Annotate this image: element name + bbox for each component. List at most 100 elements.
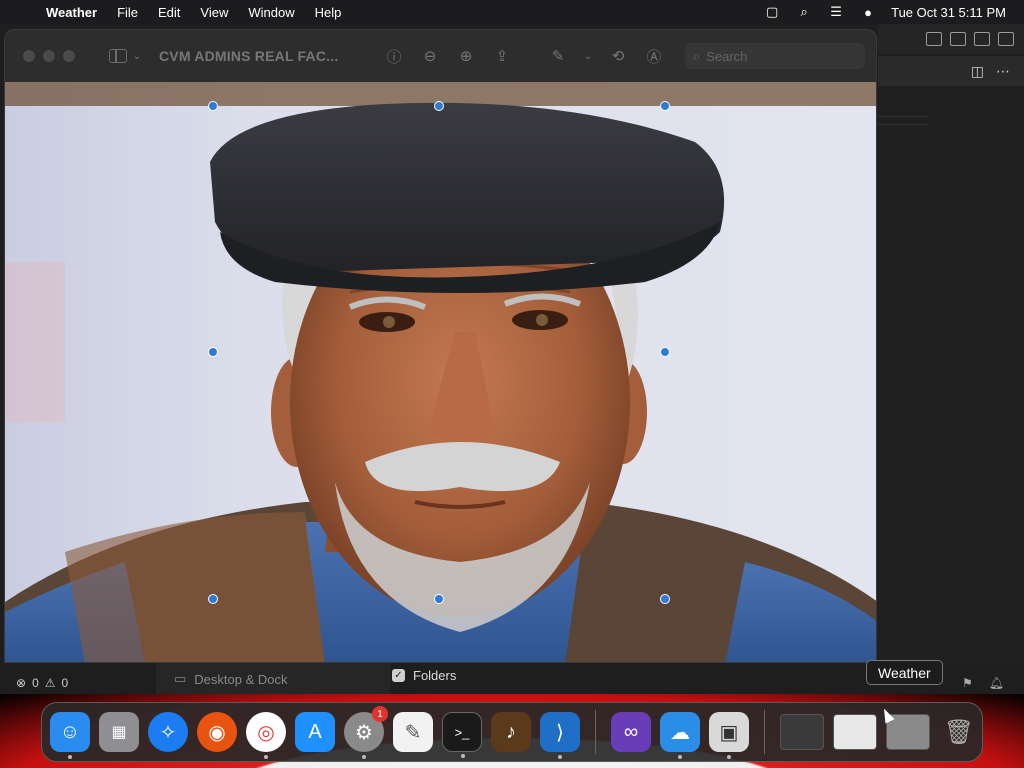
zoom-out-icon[interactable]: ⊖ <box>417 44 443 68</box>
more-actions-icon[interactable]: ⋯ <box>996 63 1010 80</box>
editor-minimap <box>878 86 1024 664</box>
problems-indicator[interactable]: ⊗ 0 ⚠ 0 <box>16 676 68 690</box>
minimize-button[interactable] <box>43 50 55 62</box>
warning-count: 0 <box>61 676 69 690</box>
dock-safari[interactable]: ✧ <box>148 712 188 752</box>
status-bar-right: ⚑ 🔔︎ <box>962 676 1004 690</box>
stage-manager-icon[interactable]: ▢ <box>763 4 781 19</box>
sidebar-item-desktop-dock[interactable]: ▭ Desktop & Dock <box>156 663 390 695</box>
zoom-in-icon[interactable]: ⊕ <box>453 44 479 68</box>
menu-file[interactable]: File <box>107 5 148 20</box>
dock-terminal[interactable]: >_ <box>442 712 482 758</box>
document-title: CVM ADMINS REAL FAC... <box>159 48 339 64</box>
error-icon: ⊗ <box>16 676 27 690</box>
dock-weather[interactable]: ☁ <box>660 712 700 759</box>
running-indicator <box>678 755 682 759</box>
selection-handle-bottom-left[interactable] <box>208 594 218 604</box>
notification-badge: 1 <box>372 706 388 722</box>
checkbox-checked-icon[interactable]: ✓ <box>392 669 405 682</box>
menu-clock[interactable]: Tue Oct 31 5:11 PM <box>891 5 1006 20</box>
dock-launchpad[interactable]: ▦ <box>99 712 139 752</box>
dock-chrome[interactable]: ◎ <box>246 712 286 759</box>
toggle-primary-sidebar-icon[interactable] <box>926 32 942 46</box>
selection-handle-bottom[interactable] <box>434 594 444 604</box>
markup-tools: ✎ ⌄ ⟲ Ⓐ <box>545 44 667 68</box>
minimized-window-thumbnail[interactable] <box>780 714 824 750</box>
notifications-bell-icon[interactable]: 🔔︎ <box>989 676 1004 690</box>
error-count: 0 <box>32 676 39 690</box>
selection-handle-top-left[interactable] <box>208 101 218 111</box>
dock-firefox[interactable]: ◉ <box>197 712 237 752</box>
minimap-line <box>878 124 928 125</box>
selection-handle-bottom-right[interactable] <box>660 594 670 604</box>
menu-help[interactable]: Help <box>305 5 352 20</box>
close-button[interactable] <box>23 50 35 62</box>
desktop-dock-icon: ▭ <box>174 671 187 686</box>
preview-icon: ▣ <box>719 721 739 744</box>
markup-icon[interactable]: Ⓐ <box>641 44 667 68</box>
menu-app-name[interactable]: Weather <box>40 5 107 20</box>
safari-icon: ✧ <box>159 721 177 744</box>
selection-handle-top[interactable] <box>434 101 444 111</box>
menu-window[interactable]: Window <box>238 5 304 20</box>
terminal-icon: >_ <box>454 724 470 740</box>
share-icon[interactable]: ⇪ <box>489 44 515 68</box>
info-icon[interactable]: ⓘ <box>381 44 407 68</box>
dock-system-settings[interactable]: ⚙ 1 <box>344 706 388 759</box>
weather-icon: ☁ <box>670 721 690 744</box>
search-field[interactable]: ⌕ Search <box>685 43 865 69</box>
selection-handle-top-right[interactable] <box>660 101 670 111</box>
selection-handle-right[interactable] <box>660 347 670 357</box>
menu-view[interactable]: View <box>190 5 238 20</box>
minimized-window-thumbnail[interactable] <box>833 714 877 750</box>
running-indicator <box>264 755 268 759</box>
control-center-icon[interactable]: ☰ <box>827 4 845 19</box>
trash-icon: 🗑︎ <box>943 718 975 746</box>
split-editor-icon[interactable]: ◫ <box>971 63 984 80</box>
feedback-icon[interactable]: ⚑ <box>962 676 973 690</box>
customize-layout-icon[interactable] <box>998 32 1014 46</box>
folders-option[interactable]: ✓ Folders <box>392 668 456 683</box>
dock-visual-studio[interactable]: ∞ <box>611 712 651 752</box>
menu-bar: Weather File Edit View Window Help ▢ ⌕ ☰… <box>0 0 1024 24</box>
toggle-secondary-sidebar-icon[interactable] <box>974 32 990 46</box>
vscode-icon: ⟩ <box>556 721 564 744</box>
garageband-icon: ♪ <box>506 720 516 743</box>
portrait-image[interactable] <box>5 82 876 662</box>
folders-label: Folders <box>413 668 457 683</box>
minimap-line <box>878 116 928 117</box>
spotlight-search-icon[interactable]: ⌕ <box>795 4 813 19</box>
textedit-icon: ✎ <box>404 721 422 744</box>
running-indicator <box>461 754 465 758</box>
siri-icon[interactable]: ● <box>859 5 877 20</box>
sidebar-toggle-button[interactable]: ⌄ <box>109 44 143 68</box>
dock-garageband[interactable]: ♪ <box>491 712 531 752</box>
zoom-button[interactable] <box>63 50 75 62</box>
dock-separator <box>764 710 765 754</box>
markup-pen-icon[interactable]: ✎ <box>545 44 571 68</box>
dock-textedit[interactable]: ✎ <box>393 712 433 752</box>
search-placeholder: Search <box>706 48 748 64</box>
preview-window: ⌄ CVM ADMINS REAL FAC... ⓘ ⊖ ⊕ ⇪ ✎ ⌄ ⟲ Ⓐ… <box>4 29 877 663</box>
selection-handle-left[interactable] <box>208 347 218 357</box>
finder-icon: ☺ <box>59 720 81 743</box>
app-store-icon: A <box>308 720 322 743</box>
visual-studio-icon: ∞ <box>623 720 639 743</box>
system-settings-icon: ⚙ <box>355 721 373 744</box>
dock-vscode[interactable]: ⟩ <box>540 712 580 759</box>
firefox-icon: ◉ <box>208 721 226 744</box>
menu-edit[interactable]: Edit <box>148 5 190 20</box>
running-indicator <box>362 755 366 759</box>
sidebar-icon <box>109 49 127 63</box>
dock-finder[interactable]: ☺ <box>50 712 90 759</box>
dock-tooltip: Weather <box>866 660 943 685</box>
dock-preview[interactable]: ▣ <box>709 712 749 759</box>
chevron-down-icon[interactable]: ⌄ <box>581 44 595 68</box>
chevron-down-icon: ⌄ <box>132 50 142 62</box>
toggle-panel-icon[interactable] <box>950 32 966 46</box>
dock-trash[interactable]: 🗑︎ <box>939 712 979 752</box>
dock-app-store[interactable]: A <box>295 712 335 752</box>
chrome-icon: ◎ <box>257 721 275 744</box>
search-icon: ⌕ <box>693 48 701 63</box>
rotate-icon[interactable]: ⟲ <box>605 44 631 68</box>
